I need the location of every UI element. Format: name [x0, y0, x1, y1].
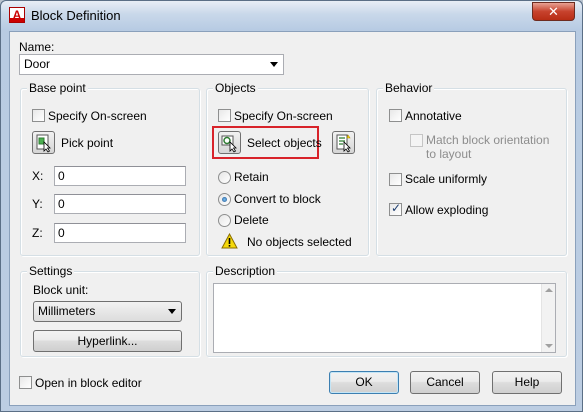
- x-input[interactable]: 0: [54, 166, 186, 186]
- title-bar[interactable]: A Block Definition ✕: [1, 1, 582, 30]
- select-objects-label[interactable]: Select objects: [247, 136, 322, 150]
- allow-exploding-label: Allow exploding: [405, 203, 489, 217]
- x-label: X:: [32, 169, 44, 183]
- pick-point-label[interactable]: Pick point: [61, 136, 113, 150]
- selection-status-text: No objects selected: [247, 235, 352, 249]
- base-point-group: Base point Specify On-screen Pick point …: [20, 81, 200, 256]
- settings-title: Settings: [27, 264, 75, 278]
- scroll-up-icon[interactable]: [545, 288, 553, 292]
- match-orientation-checkbox[interactable]: [410, 134, 423, 147]
- block-unit-select[interactable]: Millimeters: [33, 301, 182, 322]
- base-point-specify-onscreen-checkbox[interactable]: [32, 109, 45, 122]
- annotative-label: Annotative: [405, 109, 462, 123]
- objects-specify-onscreen-checkbox[interactable]: [218, 109, 231, 122]
- delete-radio[interactable]: [218, 214, 231, 227]
- behavior-group: Behavior Annotative Match block orientat…: [376, 81, 567, 256]
- pick-point-icon: [36, 134, 51, 153]
- chevron-down-icon[interactable]: [168, 309, 176, 314]
- retain-label: Retain: [234, 170, 269, 184]
- window-title: Block Definition: [31, 8, 121, 23]
- quick-select-button[interactable]: [332, 131, 355, 154]
- cancel-button[interactable]: Cancel: [410, 371, 480, 394]
- name-value: Door: [24, 57, 51, 71]
- scale-uniformly-checkbox[interactable]: [389, 173, 402, 186]
- convert-to-block-label: Convert to block: [234, 192, 321, 206]
- name-combobox[interactable]: Door: [19, 54, 284, 75]
- objects-group: Objects Specify On-screen Select objects: [206, 81, 369, 256]
- scroll-down-icon[interactable]: [545, 344, 553, 348]
- retain-radio[interactable]: [218, 171, 231, 184]
- chevron-down-icon[interactable]: [270, 62, 278, 67]
- help-button[interactable]: Help: [492, 371, 562, 394]
- base-point-specify-onscreen-label: Specify On-screen: [48, 109, 147, 123]
- block-unit-value: Millimeters: [38, 304, 96, 318]
- annotative-checkbox[interactable]: [389, 109, 402, 122]
- objects-title: Objects: [213, 81, 258, 95]
- allow-exploding-checkbox[interactable]: [389, 201, 402, 216]
- open-in-block-editor-checkbox[interactable]: [19, 376, 32, 389]
- open-in-block-editor-label: Open in block editor: [35, 376, 142, 390]
- hyperlink-button[interactable]: Hyperlink...: [33, 330, 182, 352]
- match-orientation-label: Match block orientation to layout: [426, 133, 550, 161]
- convert-to-block-radio[interactable]: [218, 193, 231, 206]
- autocad-app-icon: A: [9, 7, 25, 23]
- y-input[interactable]: 0: [54, 194, 186, 214]
- z-label: Z:: [32, 226, 43, 240]
- pick-point-button[interactable]: [32, 131, 55, 154]
- block-definition-dialog: A Block Definition ✕ Name: Door Base poi…: [0, 0, 583, 412]
- delete-label: Delete: [234, 213, 269, 227]
- description-scrollbar[interactable]: [541, 284, 555, 352]
- behavior-title: Behavior: [383, 81, 435, 95]
- select-objects-button[interactable]: [218, 131, 241, 154]
- y-label: Y:: [32, 197, 43, 211]
- close-button[interactable]: ✕: [532, 2, 575, 21]
- objects-specify-onscreen-label: Specify On-screen: [234, 109, 333, 123]
- description-title: Description: [213, 264, 278, 278]
- scale-uniformly-label: Scale uniformly: [405, 172, 488, 186]
- description-group: Description: [206, 264, 567, 357]
- block-unit-label: Block unit:: [33, 283, 89, 297]
- select-objects-icon: [221, 135, 237, 153]
- settings-group: Settings Block unit: Millimeters Hyperli…: [20, 264, 200, 357]
- quick-select-icon: [336, 134, 351, 153]
- ok-button[interactable]: OK: [329, 371, 399, 394]
- base-point-title: Base point: [27, 81, 88, 95]
- description-textarea[interactable]: [213, 283, 556, 353]
- z-input[interactable]: 0: [54, 223, 186, 243]
- name-label: Name:: [19, 40, 55, 54]
- dialog-client-area: Name: Door Base point Specify On-screen …: [9, 31, 576, 406]
- warning-icon: [221, 233, 238, 249]
